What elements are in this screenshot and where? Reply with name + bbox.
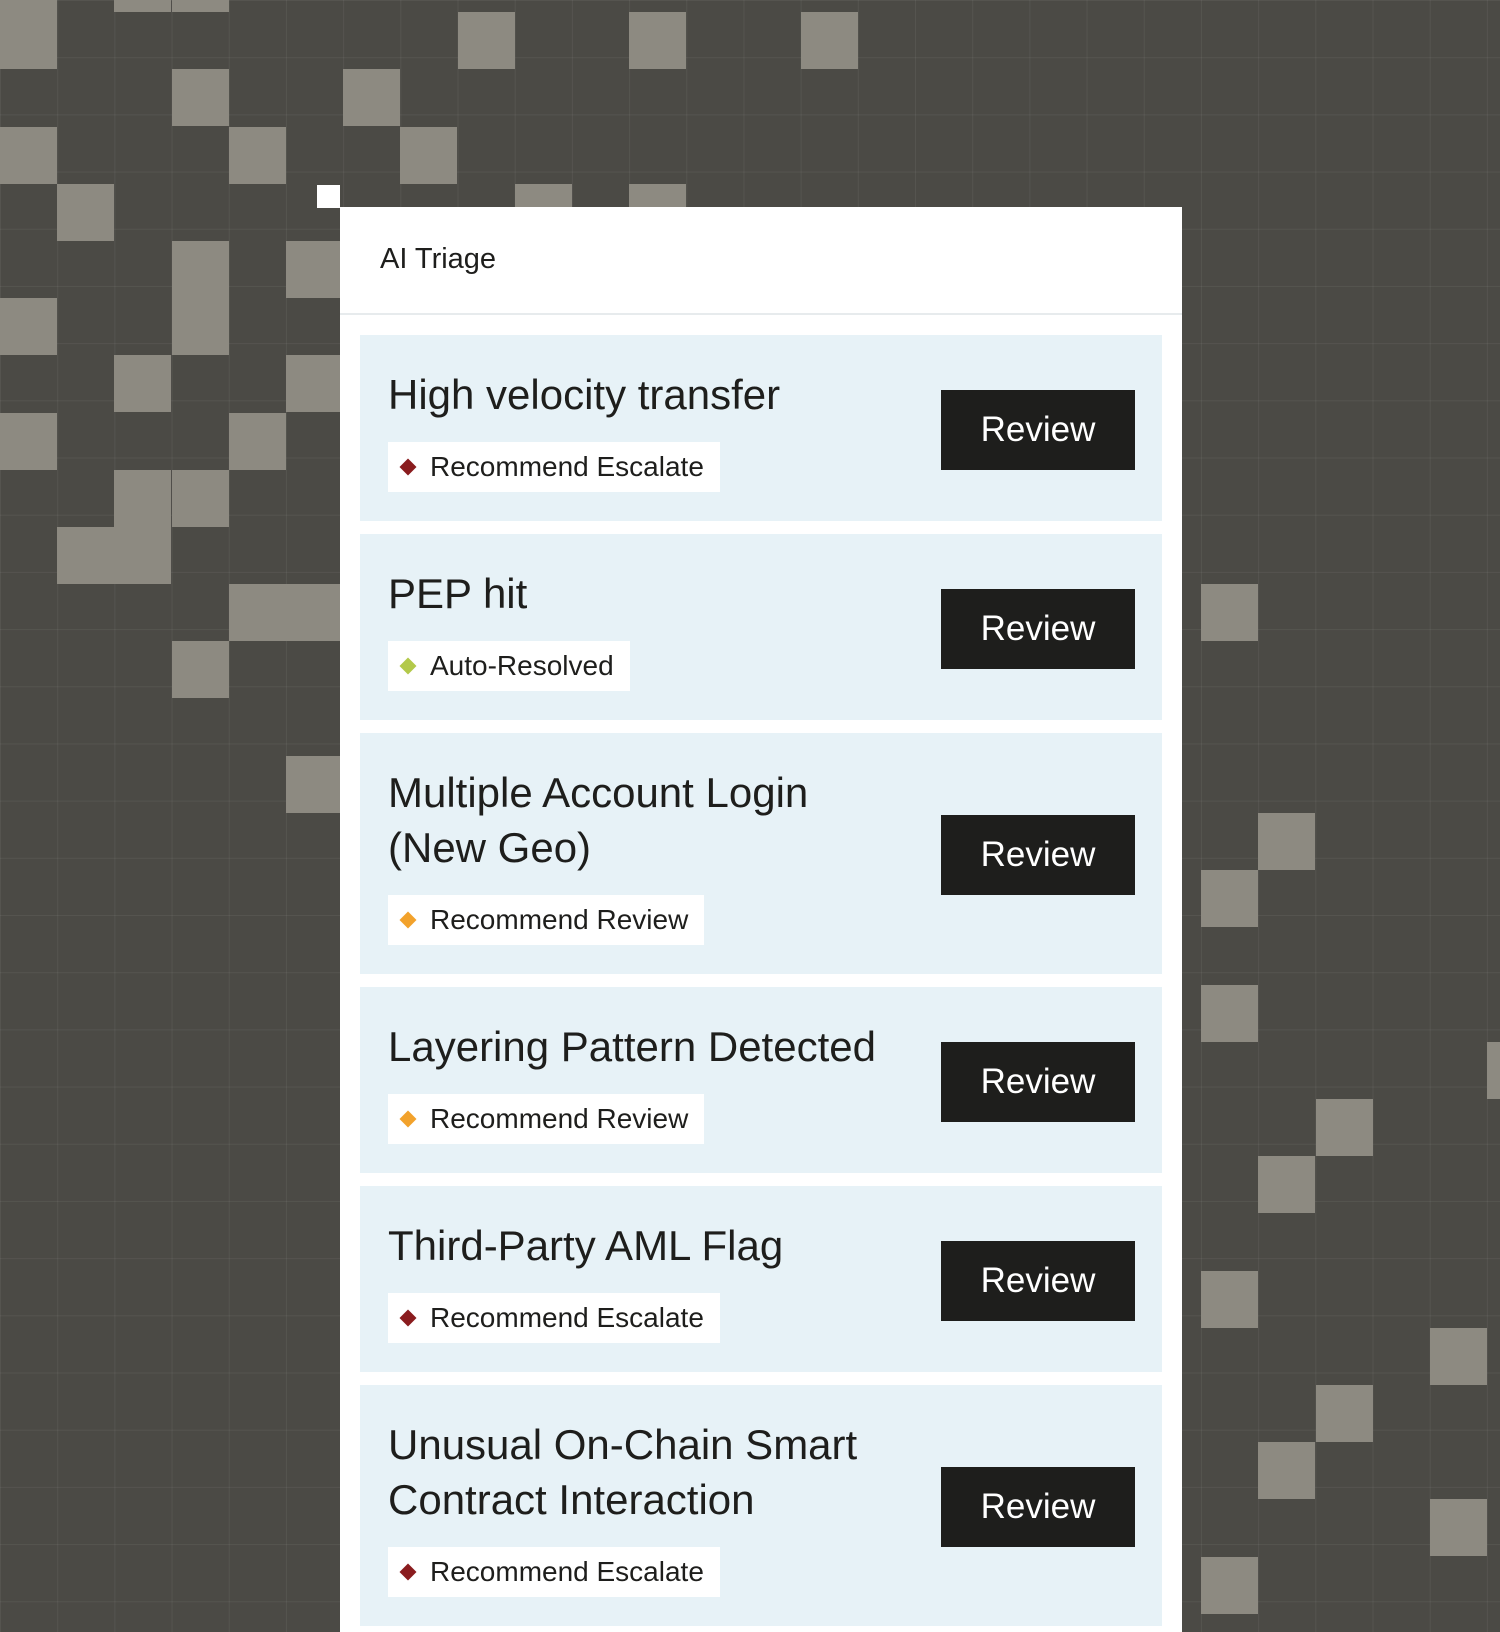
- status-label: Recommend Escalate: [430, 1302, 704, 1333]
- background-tile: [1201, 1557, 1258, 1614]
- triage-item: Layering Pattern Detected Recommend Revi…: [360, 987, 1162, 1173]
- background-tile: [1430, 1328, 1487, 1385]
- background-tile: [172, 298, 229, 355]
- background-tile: [114, 0, 171, 12]
- alert-title: High velocity transfer: [388, 371, 781, 418]
- triage-item: PEP hit Auto-Resolved Review: [360, 534, 1162, 720]
- background-tile: [114, 355, 171, 412]
- background-tile: [229, 127, 286, 184]
- background-tile: [0, 298, 57, 355]
- status-label: Recommend Escalate: [430, 451, 704, 482]
- alert-title: Multiple Account Login (New Geo): [388, 769, 809, 871]
- alert-title: PEP hit: [388, 570, 528, 617]
- background-tile: [286, 584, 343, 641]
- status-badge: Recommend Escalate: [388, 1547, 720, 1597]
- background-tile: [229, 584, 286, 641]
- background-tile: [458, 12, 515, 69]
- background-tile: [286, 355, 343, 412]
- background-tile: [286, 756, 343, 813]
- background-tile: [0, 12, 57, 69]
- background-tile: [114, 527, 171, 584]
- background-tile: [629, 12, 686, 69]
- background-tile: [0, 127, 57, 184]
- background-tile: [1487, 1042, 1500, 1099]
- background-tile: [343, 69, 400, 126]
- corner-marker: [317, 185, 340, 208]
- background-tile: [1258, 1156, 1315, 1213]
- diamond-icon: [399, 1110, 417, 1128]
- background-tile: [172, 641, 229, 698]
- background-tile: [114, 470, 171, 527]
- background-tile: [1201, 870, 1258, 927]
- background-tile: [0, 413, 57, 470]
- status-label: Recommend Review: [430, 904, 689, 935]
- diamond-icon: [399, 657, 417, 675]
- status-label: Recommend Escalate: [430, 1556, 704, 1587]
- background-tile: [1316, 1099, 1373, 1156]
- review-button[interactable]: Review: [941, 815, 1135, 895]
- background-tile: [172, 0, 229, 12]
- triage-item: Unusual On-Chain Smart Contract Interact…: [360, 1385, 1162, 1626]
- background-tile: [57, 527, 114, 584]
- alert-title: Unusual On-Chain Smart Contract Interact…: [388, 1421, 858, 1523]
- alert-title: Layering Pattern Detected: [388, 1023, 876, 1070]
- background-tile: [1201, 985, 1258, 1042]
- background-tile: [801, 12, 858, 69]
- review-button[interactable]: Review: [941, 1467, 1135, 1547]
- triage-item-text: Unusual On-Chain Smart Contract Interact…: [388, 1417, 941, 1597]
- triage-item: Multiple Account Login (New Geo) Recomme…: [360, 733, 1162, 974]
- background-tile: [172, 470, 229, 527]
- panel-header: AI Triage: [340, 207, 1182, 315]
- background-tile: [172, 241, 229, 298]
- background-tile: [1258, 1442, 1315, 1499]
- background-tile: [1201, 584, 1258, 641]
- triage-item: High velocity transfer Recommend Escalat…: [360, 335, 1162, 521]
- alert-title: Third-Party AML Flag: [388, 1222, 784, 1269]
- status-badge: Recommend Escalate: [388, 1293, 720, 1343]
- background-tile: [0, 0, 57, 12]
- review-button[interactable]: Review: [941, 389, 1135, 470]
- background-tile: [1430, 1499, 1487, 1556]
- triage-item-text: High velocity transfer Recommend Escalat…: [388, 367, 941, 492]
- status-badge: Recommend Escalate: [388, 442, 720, 492]
- background-tile: [1316, 1385, 1373, 1442]
- review-button[interactable]: Review: [941, 1041, 1135, 1122]
- ai-triage-panel: AI Triage High velocity transfer Recomme…: [340, 207, 1182, 1632]
- background-tile: [286, 241, 343, 298]
- background-tile: [400, 127, 457, 184]
- diamond-icon: [399, 1563, 417, 1581]
- background-tile: [1201, 1271, 1258, 1328]
- triage-item-text: PEP hit Auto-Resolved: [388, 566, 941, 691]
- status-badge: Auto-Resolved: [388, 641, 630, 691]
- review-button[interactable]: Review: [941, 1240, 1135, 1321]
- diamond-icon: [399, 911, 417, 929]
- status-badge: Recommend Review: [388, 1094, 705, 1144]
- diamond-icon: [399, 1309, 417, 1327]
- diamond-icon: [399, 458, 417, 476]
- panel-title: AI Triage: [380, 242, 497, 275]
- status-badge: Recommend Review: [388, 895, 705, 945]
- background-tile: [229, 413, 286, 470]
- review-button[interactable]: Review: [941, 588, 1135, 669]
- background-tile: [1258, 813, 1315, 870]
- status-label: Recommend Review: [430, 1103, 689, 1134]
- triage-item-text: Third-Party AML Flag Recommend Escalate: [388, 1218, 941, 1343]
- triage-list: High velocity transfer Recommend Escalat…: [340, 315, 1182, 1626]
- background-tile: [172, 69, 229, 126]
- triage-item-text: Layering Pattern Detected Recommend Revi…: [388, 1019, 941, 1144]
- status-label: Auto-Resolved: [430, 650, 614, 681]
- triage-item: Third-Party AML Flag Recommend Escalate …: [360, 1186, 1162, 1372]
- background-tile: [57, 184, 114, 241]
- triage-item-text: Multiple Account Login (New Geo) Recomme…: [388, 765, 941, 945]
